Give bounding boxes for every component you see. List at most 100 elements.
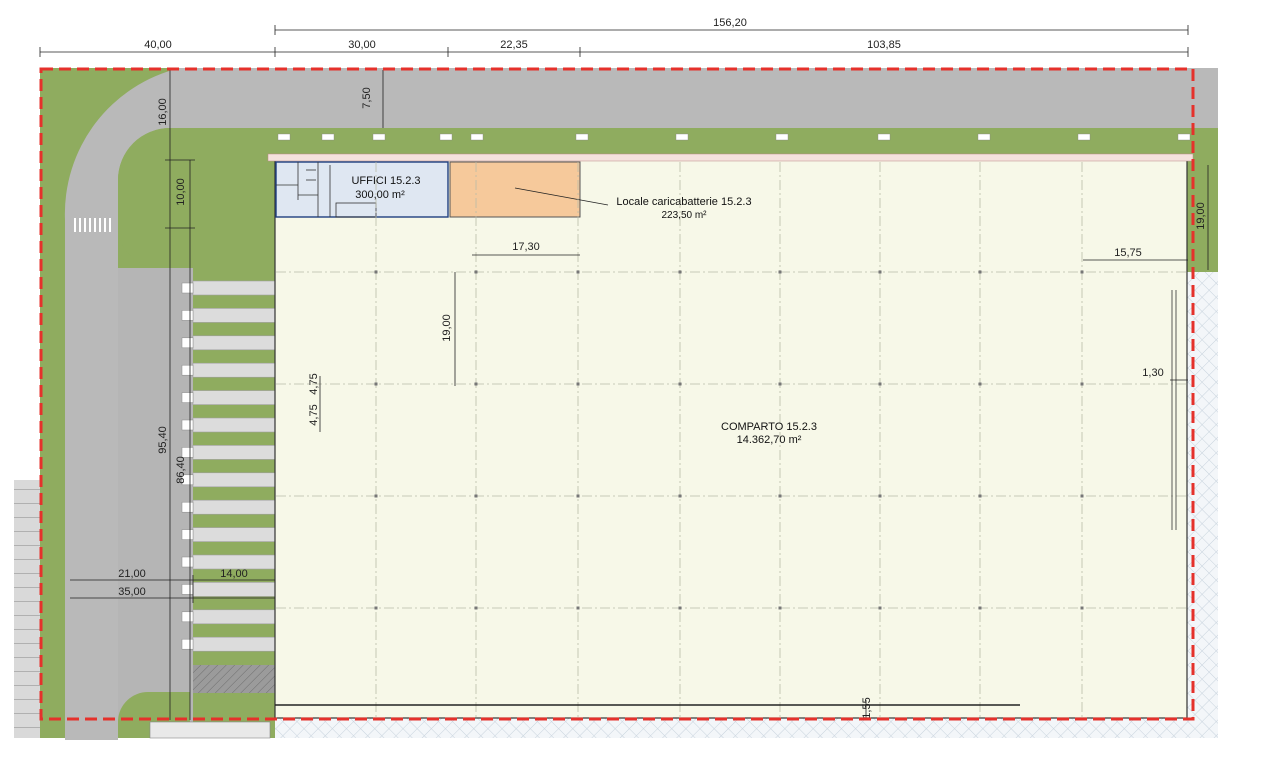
column — [474, 270, 478, 274]
dock-leveler — [181, 584, 194, 595]
dim-bay-1900: 19,00 — [441, 314, 453, 342]
dock-bay — [192, 335, 276, 351]
dock-bay — [192, 609, 276, 625]
column — [374, 270, 378, 274]
dock-leveler — [181, 501, 194, 513]
column — [678, 494, 682, 498]
column — [474, 382, 478, 386]
dim-right-130: 1,30 — [1142, 367, 1163, 379]
column — [778, 494, 782, 498]
uffici-name: UFFICI 15.2.3 — [351, 175, 420, 187]
column — [778, 270, 782, 274]
building-comparto — [274, 159, 1188, 719]
dim-bay-475: 4,75 — [308, 404, 320, 425]
dock-leveler — [181, 447, 194, 458]
site-plan: 156,20 40,00 30,00 22,35 103,85 7,50 16,… — [14, 17, 1218, 740]
dock-leveler — [181, 556, 194, 568]
building-front-strip — [267, 153, 1194, 162]
comparto-name: COMPARTO 15.2.3 — [721, 421, 817, 433]
door-marker — [439, 133, 453, 141]
dim-road-750: 7,50 — [361, 87, 373, 108]
column — [678, 606, 682, 610]
dock-leveler — [181, 364, 194, 376]
column — [474, 494, 478, 498]
column — [1080, 606, 1084, 610]
door-marker — [675, 133, 689, 141]
dock-leveler — [181, 611, 194, 623]
door-marker — [321, 133, 335, 141]
dim-bay-1730: 17,30 — [512, 241, 540, 253]
door-marker — [977, 133, 991, 141]
dim-top-40: 40,00 — [144, 39, 172, 51]
door-marker — [877, 133, 891, 141]
locale-name: Locale caricabatterie 15.2.3 — [616, 196, 751, 208]
locale-area: 223,50 m² — [661, 210, 707, 221]
column — [878, 270, 882, 274]
dock-bay — [192, 445, 276, 460]
door-marker — [575, 133, 589, 141]
column — [878, 494, 882, 498]
dock-bay — [192, 362, 276, 378]
dock-leveler — [181, 392, 194, 403]
dim-bottom-1400: 14,00 — [220, 568, 248, 580]
door-marker — [372, 133, 386, 141]
gatehouse — [149, 721, 271, 739]
column — [576, 494, 580, 498]
dim-right-1575: 15,75 — [1114, 247, 1142, 259]
outside-parking-lot — [14, 480, 40, 738]
dock-leveler — [181, 638, 194, 650]
dim-left-9540: 95,40 — [157, 426, 169, 454]
column — [474, 606, 478, 610]
dock-leveler — [181, 337, 194, 349]
uffici-area: 300,00 m² — [355, 189, 405, 201]
comparto-area: 14.362,70 m² — [737, 434, 802, 446]
door-marker — [775, 133, 789, 141]
right-paving — [1186, 272, 1218, 738]
column — [576, 382, 580, 386]
dim-left-1600: 16,00 — [157, 98, 169, 126]
column — [374, 494, 378, 498]
column — [878, 382, 882, 386]
dim-top-2235: 22,35 — [500, 39, 528, 51]
dock-leveler — [181, 282, 194, 294]
dock-leveler — [181, 310, 194, 321]
column — [678, 382, 682, 386]
column — [374, 382, 378, 386]
column — [978, 606, 982, 610]
dim-bottom-2100: 21,00 — [118, 568, 146, 580]
column — [576, 270, 580, 274]
dock-leveler — [181, 529, 194, 540]
dock-leveler — [181, 419, 194, 431]
dim-bottom-155: 1,55 — [861, 697, 873, 718]
dim-top-10385: 103,85 — [867, 39, 901, 51]
dim-left-8540: 86,40 — [175, 456, 187, 484]
column — [576, 606, 580, 610]
dim-bay-475b: 4,75 — [308, 373, 320, 394]
column — [778, 606, 782, 610]
door-marker — [277, 133, 291, 141]
dock-bay — [192, 636, 276, 652]
door-marker — [470, 133, 484, 141]
column — [978, 494, 982, 498]
dock-bay — [192, 527, 276, 542]
dim-left-1000: 10,00 — [175, 178, 187, 206]
door-marker — [1077, 133, 1091, 141]
dim-bottom-3500: 35,00 — [118, 586, 146, 598]
column — [374, 606, 378, 610]
column — [878, 606, 882, 610]
locale-caricabatterie-block — [449, 161, 581, 218]
door-marker — [1177, 133, 1191, 141]
dock-bay — [192, 499, 276, 515]
column — [978, 270, 982, 274]
column — [778, 382, 782, 386]
dock-bay — [192, 390, 276, 405]
column — [678, 270, 682, 274]
column — [1080, 382, 1084, 386]
grass-island-lower — [118, 228, 275, 269]
column — [1080, 270, 1084, 274]
column — [1080, 494, 1084, 498]
bottom-paving — [275, 718, 1218, 738]
dock-bay — [192, 280, 276, 296]
dim-top-total: 156,20 — [713, 17, 747, 29]
dock-ramp — [193, 665, 275, 693]
